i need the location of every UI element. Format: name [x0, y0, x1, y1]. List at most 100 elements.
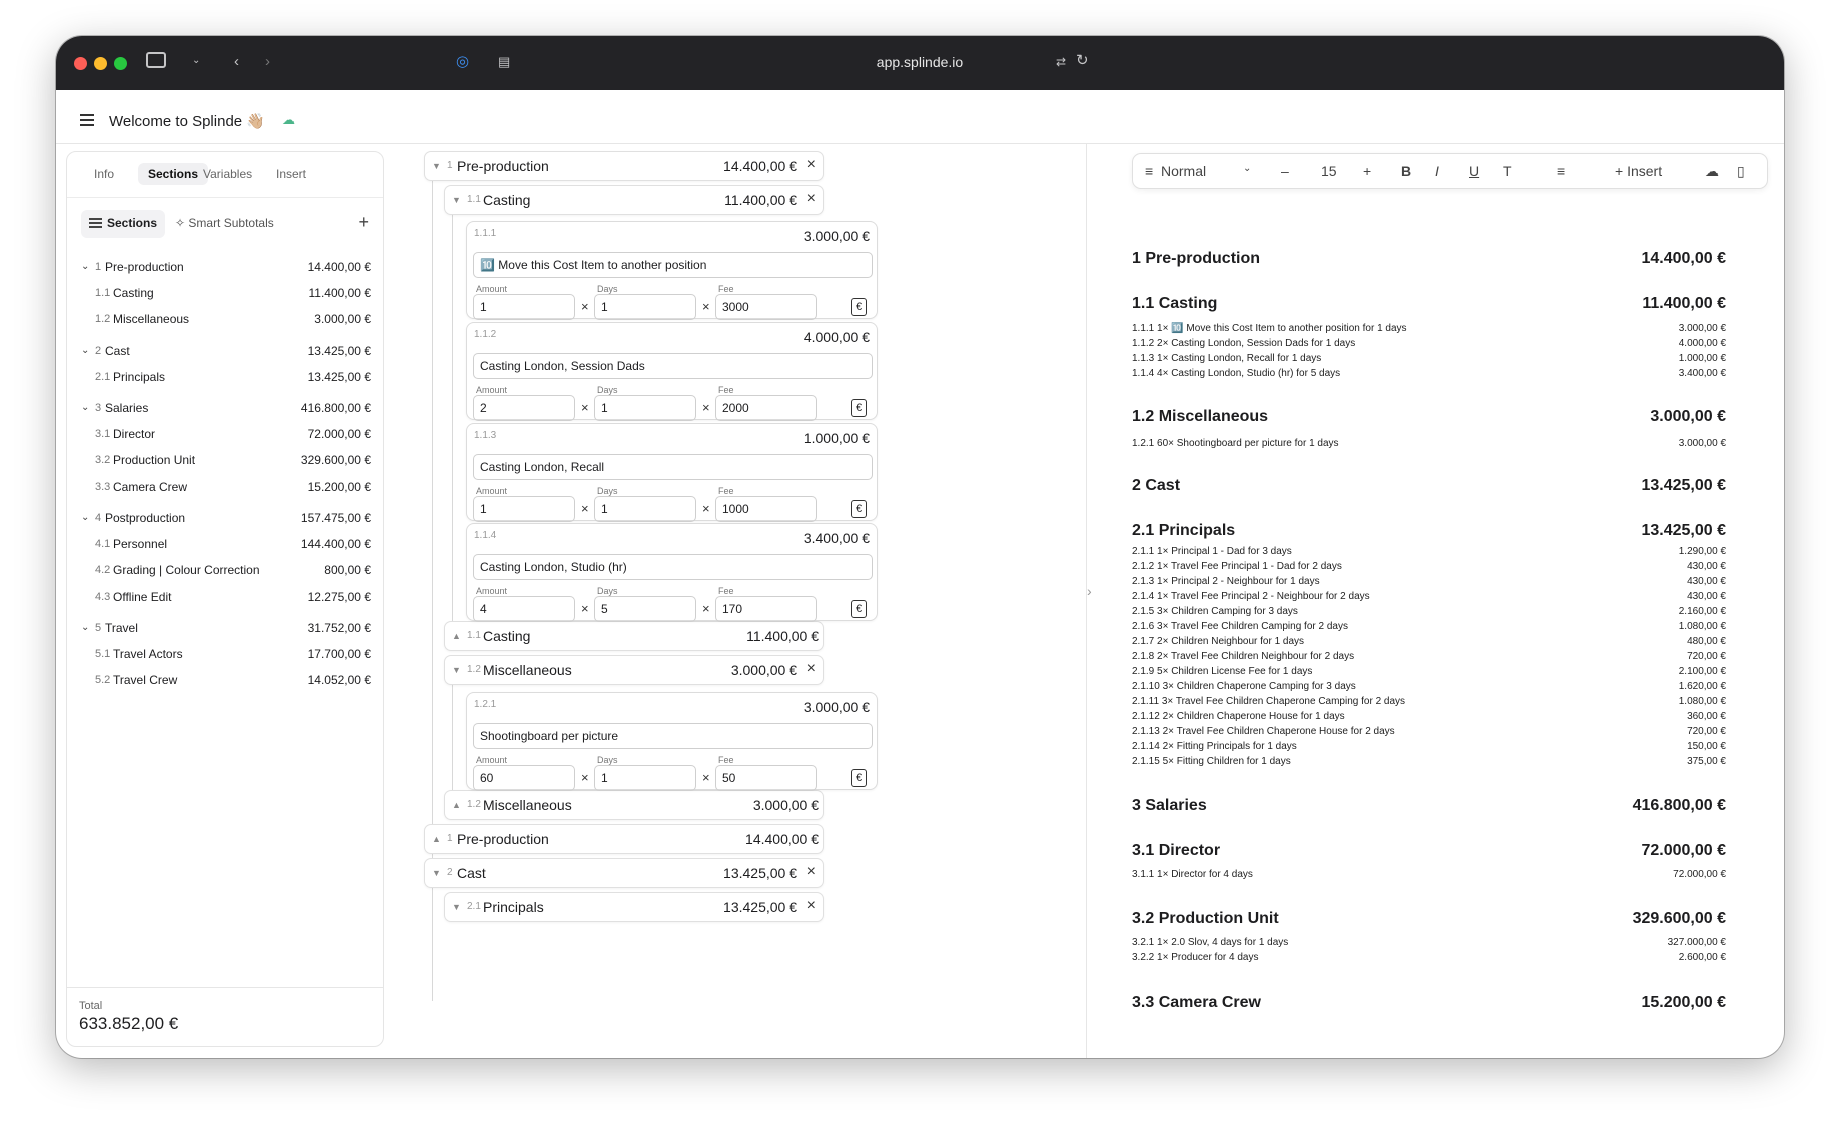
- tab-info[interactable]: Info: [94, 167, 114, 181]
- section-bar[interactable]: ▼ 1.1 Casting 11.400,00 € ×: [444, 185, 824, 215]
- chevron-down-icon[interactable]: ⌄: [81, 402, 89, 413]
- fee-field[interactable]: 1000: [715, 496, 817, 522]
- section-bar[interactable]: ▲ 1.2 Miscellaneous 3.000,00 €: [444, 790, 824, 820]
- section-bar[interactable]: ▼ 2.1 Principals 13.425,00 € ×: [444, 892, 824, 922]
- description-field[interactable]: Casting London, Recall: [473, 454, 873, 480]
- amount-field[interactable]: 1: [473, 294, 575, 320]
- tree-item-label: Postproduction: [105, 511, 186, 525]
- close-icon[interactable]: ×: [807, 190, 816, 208]
- amount-field[interactable]: 60: [473, 765, 575, 791]
- tree-item[interactable]: ⌄ 5 Travel 31.752,00 €: [67, 621, 383, 641]
- close-icon[interactable]: ×: [807, 897, 816, 915]
- collapse-icon[interactable]: ▼: [432, 161, 441, 171]
- doc-line-total: 72.000,00 €: [1673, 869, 1726, 880]
- export-icon[interactable]: ▯: [1737, 163, 1745, 180]
- alignment-icon[interactable]: ≡: [1557, 163, 1565, 179]
- collapse-icon[interactable]: ▲: [432, 834, 441, 844]
- section-bar[interactable]: ▲ 1 Pre-production 14.400,00 €: [424, 824, 824, 854]
- text-style-button[interactable]: T: [1503, 163, 1512, 179]
- pane-divider[interactable]: [1086, 144, 1087, 1058]
- reload-icon[interactable]: ↻: [1076, 51, 1089, 71]
- decrease-size-button[interactable]: –: [1281, 163, 1289, 179]
- description-field[interactable]: Shootingboard per picture: [473, 723, 873, 749]
- chevron-down-icon[interactable]: ⌄: [81, 622, 89, 633]
- translate-icon[interactable]: ⇄: [1056, 52, 1066, 72]
- section-bar[interactable]: ▼ 1.2 Miscellaneous 3.000,00 € ×: [444, 655, 824, 685]
- insert-button[interactable]: + Insert: [1615, 163, 1662, 179]
- tree-item[interactable]: 1.1 Casting 11.400,00 €: [67, 286, 383, 306]
- cloud-icon[interactable]: ☁: [1705, 163, 1719, 180]
- fee-field[interactable]: 3000: [715, 294, 817, 320]
- tree-item[interactable]: 3.1 Director 72.000,00 €: [67, 427, 383, 447]
- tree-item[interactable]: 3.2 Production Unit 329.600,00 €: [67, 453, 383, 473]
- smart-subtotals-button[interactable]: ✧ Smart Subtotals: [175, 216, 274, 230]
- currency-button[interactable]: €: [851, 769, 867, 787]
- tree-item[interactable]: 4.1 Personnel 144.400,00 €: [67, 537, 383, 557]
- increase-size-button[interactable]: +: [1363, 163, 1371, 179]
- fee-field[interactable]: 2000: [715, 395, 817, 421]
- days-field[interactable]: 1: [594, 496, 696, 522]
- style-select[interactable]: Normal: [1161, 163, 1206, 179]
- sections-button[interactable]: Sections: [81, 210, 166, 238]
- font-size-field[interactable]: 15: [1321, 163, 1337, 179]
- chevron-right-icon[interactable]: ›: [1087, 583, 1092, 599]
- section-bar[interactable]: ▼ 1 Pre-production 14.400,00 € ×: [424, 151, 824, 181]
- collapse-icon[interactable]: ▲: [452, 800, 461, 810]
- close-icon[interactable]: ×: [807, 863, 816, 881]
- tree-item[interactable]: 5.1 Travel Actors 17.700,00 €: [67, 647, 383, 667]
- tree-item[interactable]: 4.3 Offline Edit 12.275,00 €: [67, 590, 383, 610]
- fee-field[interactable]: 170: [715, 596, 817, 622]
- tab-variables[interactable]: Variables: [203, 167, 252, 181]
- description-field[interactable]: Casting London, Session Dads: [473, 353, 873, 379]
- amount-field[interactable]: 2: [473, 395, 575, 421]
- menu-icon[interactable]: [80, 114, 94, 126]
- tree-item[interactable]: ⌄ 2 Cast 13.425,00 €: [67, 344, 383, 364]
- chevron-down-icon[interactable]: ⌄: [81, 512, 89, 523]
- days-field[interactable]: 1: [594, 395, 696, 421]
- section-bar[interactable]: ▲ 1.1 Casting 11.400,00 €: [444, 621, 824, 651]
- days-field[interactable]: 1: [594, 294, 696, 320]
- tree-item[interactable]: 1.2 Miscellaneous 3.000,00 €: [67, 312, 383, 332]
- currency-button[interactable]: €: [851, 500, 867, 518]
- collapse-icon[interactable]: ▼: [452, 665, 461, 675]
- italic-button[interactable]: I: [1435, 163, 1439, 179]
- fee-label: Fee: [718, 755, 734, 765]
- description-field[interactable]: 🔟 Move this Cost Item to another positio…: [473, 252, 873, 278]
- chevron-down-icon[interactable]: ⌄: [81, 261, 89, 272]
- close-icon[interactable]: ×: [807, 156, 816, 174]
- close-icon[interactable]: ×: [807, 660, 816, 678]
- collapse-icon[interactable]: ▼: [452, 195, 461, 205]
- tree-item[interactable]: ⌄ 3 Salaries 416.800,00 €: [67, 401, 383, 421]
- tree-item[interactable]: 3.3 Camera Crew 15.200,00 €: [67, 480, 383, 500]
- bold-button[interactable]: B: [1401, 163, 1411, 179]
- amount-field[interactable]: 4: [473, 596, 575, 622]
- chevron-down-icon[interactable]: ⌄: [81, 345, 89, 356]
- doc-line-total: 3.000,00 €: [1678, 323, 1726, 334]
- section-bar[interactable]: ▼ 2 Cast 13.425,00 € ×: [424, 858, 824, 888]
- chevron-down-icon[interactable]: ⌄: [1243, 163, 1251, 174]
- add-section-button[interactable]: +: [358, 212, 369, 233]
- days-field[interactable]: 1: [594, 765, 696, 791]
- tab-sections[interactable]: Sections: [138, 163, 209, 185]
- collapse-icon[interactable]: ▼: [432, 868, 441, 878]
- currency-button[interactable]: €: [851, 298, 867, 316]
- total-value: 633.852,00 €: [79, 1014, 179, 1033]
- fee-field[interactable]: 50: [715, 765, 817, 791]
- tab-insert[interactable]: Insert: [276, 167, 306, 181]
- currency-button[interactable]: €: [851, 399, 867, 417]
- tree-item[interactable]: 2.1 Principals 13.425,00 €: [67, 370, 383, 390]
- tree-item[interactable]: ⌄ 1 Pre-production 14.400,00 €: [67, 260, 383, 280]
- section-label: Pre-production: [457, 831, 549, 847]
- currency-button[interactable]: €: [851, 600, 867, 618]
- tree-item[interactable]: 5.2 Travel Crew 14.052,00 €: [67, 673, 383, 693]
- amount-field[interactable]: 1: [473, 496, 575, 522]
- collapse-icon[interactable]: ▼: [452, 902, 461, 912]
- address-bar[interactable]: app.splinde.io: [56, 54, 1784, 70]
- underline-button[interactable]: U: [1469, 163, 1479, 179]
- panel-tabs: Info Sections Variables Insert: [67, 152, 383, 198]
- description-field[interactable]: Casting London, Studio (hr): [473, 554, 873, 580]
- days-field[interactable]: 5: [594, 596, 696, 622]
- tree-item[interactable]: ⌄ 4 Postproduction 157.475,00 €: [67, 511, 383, 531]
- collapse-icon[interactable]: ▲: [452, 631, 461, 641]
- tree-item[interactable]: 4.2 Grading | Colour Correction 800,00 €: [67, 563, 383, 583]
